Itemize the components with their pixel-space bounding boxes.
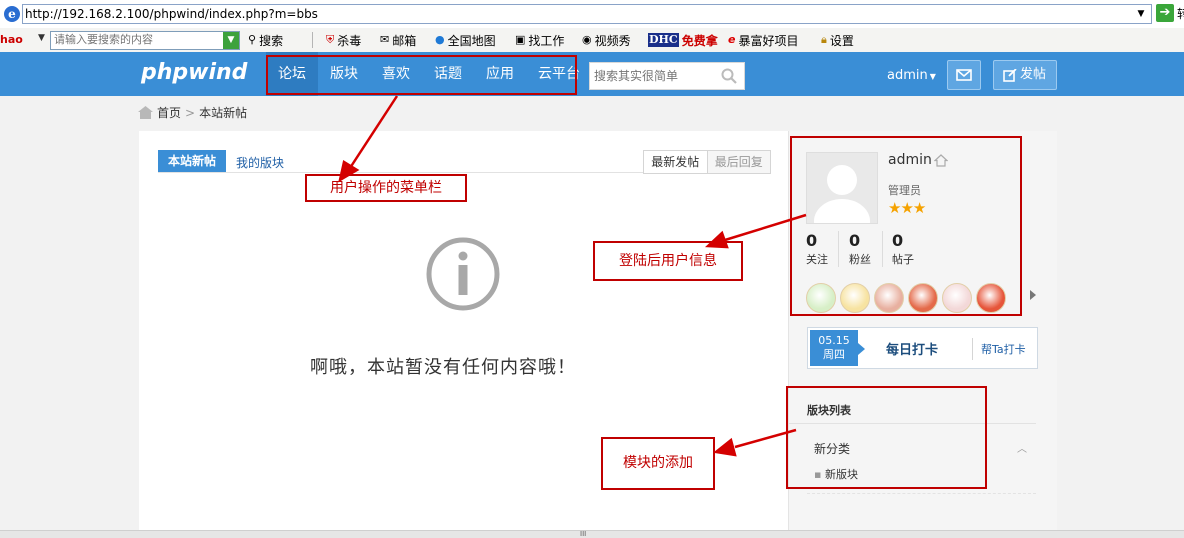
toolbar-logo[interactable]: hao <box>0 33 23 46</box>
help-checkin-link[interactable]: 帮Ta打卡 <box>981 341 1026 357</box>
empty-message: 啊哦，本站暂没有任何内容哦！ <box>310 357 576 378</box>
job-icon: ▣ <box>515 33 526 46</box>
toolbar-map[interactable]: ● 全国地图 <box>435 32 496 48</box>
lock-icon: 🔒︎ <box>821 33 827 46</box>
dhc-icon: DHC <box>648 33 679 47</box>
address-bar: e http://192.168.2.100/phpwind/index.php… <box>0 0 1184 29</box>
message-button[interactable] <box>947 60 981 90</box>
header-username: admin <box>887 68 928 83</box>
search-icon[interactable] <box>721 68 737 84</box>
sort-latest-posts[interactable]: 最新发帖 <box>644 151 708 173</box>
toolbar-search[interactable]: ▼ <box>50 31 240 50</box>
next-arrow-icon[interactable] <box>1030 290 1036 300</box>
checkin-weekday: 周四 <box>823 348 845 361</box>
ie-icon: e <box>4 6 20 22</box>
breadcrumb: 首页 > 本站新帖 <box>138 104 247 121</box>
toolbar-rich[interactable]: e 暴富好项目 <box>728 32 798 48</box>
toolbar-item-label: 设置 <box>829 33 854 48</box>
go-label[interactable]: 转 <box>1177 5 1184 22</box>
user-menu[interactable]: admin ▼ <box>887 68 936 83</box>
toolbar-item-label: 杀毒 <box>337 33 362 48</box>
url-dropdown-icon[interactable]: ▼ <box>1133 5 1149 23</box>
toolbar-item-label: 邮箱 <box>392 33 417 48</box>
new-post-button[interactable]: 发帖 <box>993 60 1057 90</box>
e-icon: e <box>728 33 736 46</box>
toolbar-item-label: 暴富好项目 <box>738 33 799 48</box>
toolbar-dhc[interactable]: DHC 免费拿 <box>648 32 718 48</box>
annotation-userinfo-label: 登陆后用户信息 <box>593 241 743 281</box>
sort-toggle: 最新发帖 最后回复 <box>643 150 771 174</box>
home-icon[interactable] <box>138 106 153 119</box>
toolbar-settings[interactable]: 🔒︎ 设置 <box>821 32 854 48</box>
annotation-menu-outline <box>266 55 577 95</box>
toolbar-search-button[interactable]: ⚲ 搜索 <box>248 32 283 48</box>
go-arrow-icon[interactable]: ➔ <box>1156 4 1174 22</box>
shield-icon: ⛨ <box>326 33 335 46</box>
chevron-up-icon[interactable]: ︿ <box>1017 440 1027 455</box>
caret-down-icon: ▼ <box>929 72 936 81</box>
checkin-day: 05.15 <box>818 334 850 347</box>
breadcrumb-home[interactable]: 首页 <box>157 104 181 121</box>
browser-toolbar: hao ▼ ▼ ⚲ 搜索 ⛨ 杀毒 ✉ 邮箱 ● 全国地图 ▣ 找工作 ◉ 视频… <box>0 28 1184 53</box>
site-search-input[interactable] <box>594 68 714 84</box>
breadcrumb-current: 本站新帖 <box>199 106 248 120</box>
toolbar-separator <box>312 32 313 48</box>
toolbar-item-label: 找工作 <box>528 33 565 48</box>
checkin-date: 05.15 周四 <box>810 330 865 366</box>
url-text: http://192.168.2.100/phpwind/index.php?m… <box>25 7 318 21</box>
envelope-icon <box>956 69 972 81</box>
checkin-divider <box>972 338 973 360</box>
toolbar-item-label: 视频秀 <box>594 33 631 48</box>
checkin-button[interactable]: 每日打卡 <box>886 339 938 358</box>
annotation-userinfo-outline <box>790 136 1022 316</box>
annotation-module-outline <box>786 386 987 489</box>
tab-my-boards[interactable]: 我的版块 <box>236 154 284 171</box>
toolbar-video[interactable]: ◉ 视频秀 <box>582 32 631 48</box>
toolbar-item-label: 搜索 <box>259 33 284 48</box>
toolbar-item-label: 免费拿 <box>681 33 718 48</box>
chevron-down-icon[interactable]: ▼ <box>38 33 45 43</box>
sort-latest-replies[interactable]: 最后回复 <box>708 151 771 173</box>
breadcrumb-separator: > <box>185 105 196 120</box>
video-icon: ◉ <box>582 33 592 46</box>
tab-new-posts[interactable]: 本站新帖 <box>158 150 226 172</box>
toolbar-jobs[interactable]: ▣ 找工作 <box>515 32 564 48</box>
magnifier-icon: ⚲ <box>248 33 257 46</box>
new-post-label: 发帖 <box>1020 67 1047 82</box>
edit-icon <box>1003 69 1017 82</box>
annotation-module-label: 模块的添加 <box>601 437 715 490</box>
toolbar-search-input[interactable] <box>52 33 224 46</box>
info-icon <box>426 237 500 311</box>
site-search[interactable] <box>589 62 745 90</box>
site-header: phpwind 论坛 版块 喜欢 话题 应用 云平台 admin▼ 发帖 <box>0 52 1184 96</box>
mail-icon: ✉ <box>380 33 390 46</box>
forum-list-bottom-divider <box>807 493 1036 495</box>
site-logo[interactable]: phpwind <box>141 60 247 85</box>
globe-icon: ● <box>435 33 445 46</box>
toolbar-mail[interactable]: ✉ 邮箱 <box>380 32 416 48</box>
annotation-menu-label: 用户操作的菜单栏 <box>305 174 467 202</box>
daily-checkin: 05.15 周四 每日打卡 帮Ta打卡 <box>807 327 1038 369</box>
toolbar-antivirus[interactable]: ⛨ 杀毒 <box>326 32 361 48</box>
dropdown-icon[interactable]: ▼ <box>223 32 239 49</box>
toolbar-item-label: 全国地图 <box>447 33 496 48</box>
url-field[interactable]: http://192.168.2.100/phpwind/index.php?m… <box>22 4 1152 24</box>
